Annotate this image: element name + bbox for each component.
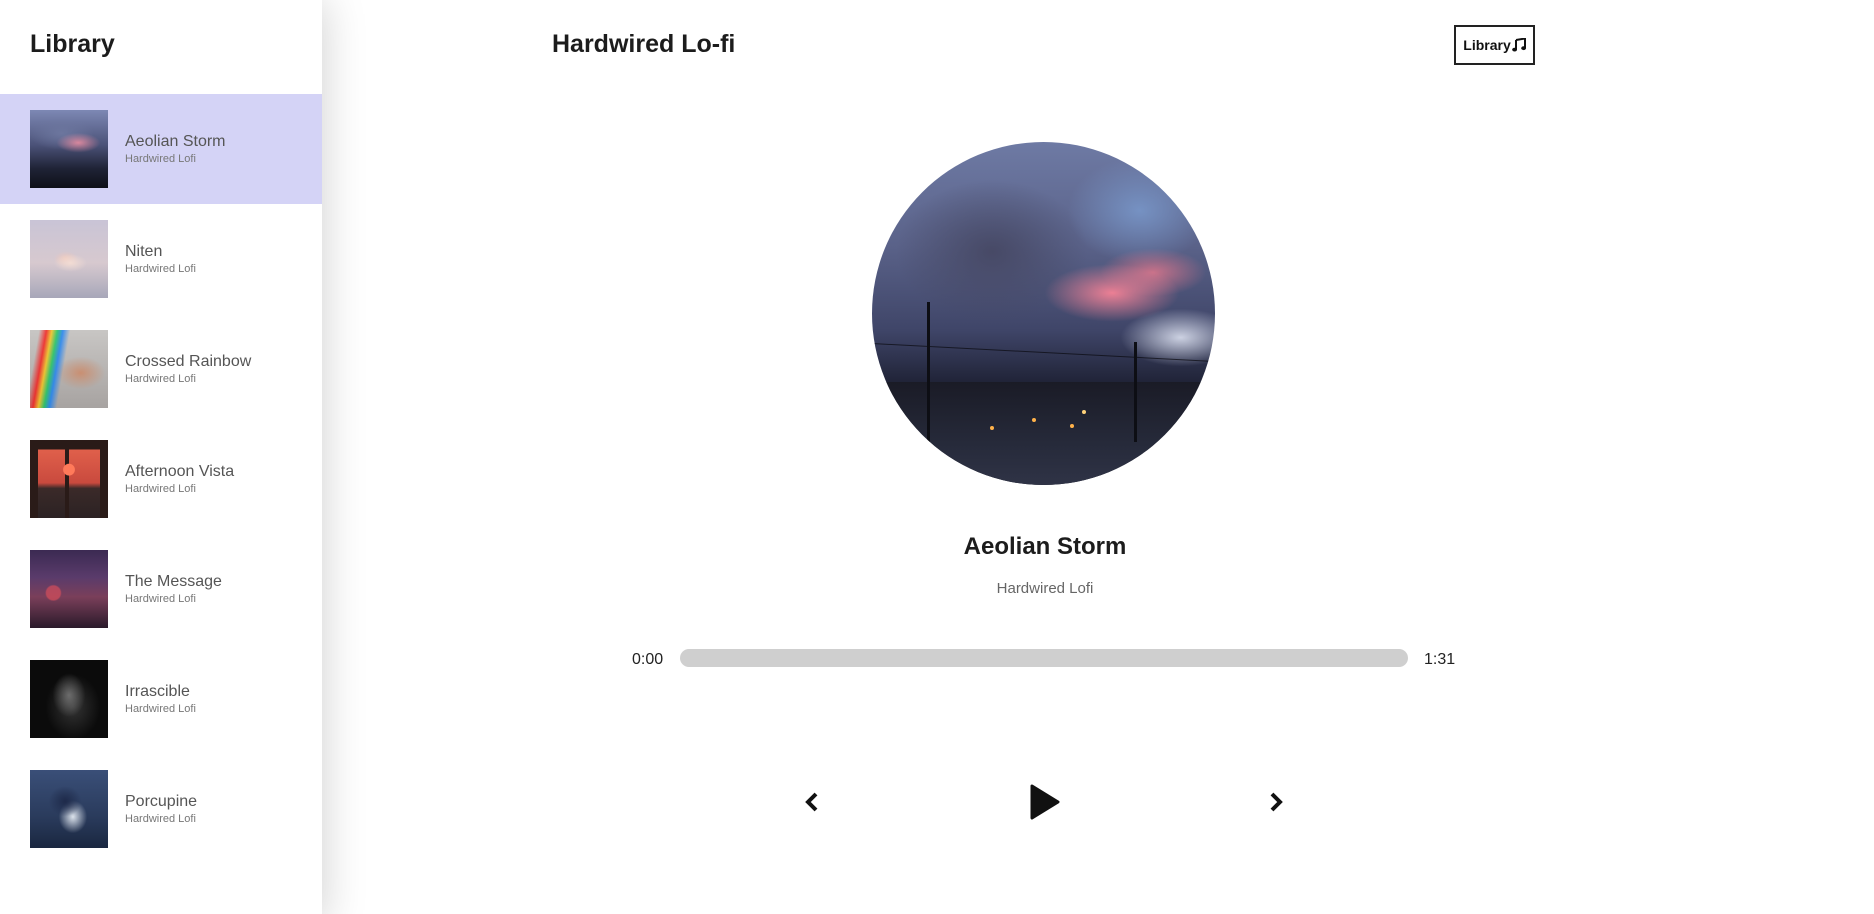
library-button-label: Library: [1463, 37, 1511, 53]
song-artist: Hardwired Lofi: [125, 372, 196, 385]
song-item-porcupine[interactable]: Porcupine Hardwired Lofi: [0, 754, 322, 864]
song-name: Aeolian Storm: [125, 132, 226, 150]
song-item-the-message[interactable]: The Message Hardwired Lofi: [0, 534, 322, 644]
song-item-irrascible[interactable]: Irrascible Hardwired Lofi: [0, 644, 322, 754]
song-artist: Hardwired Lofi: [125, 702, 196, 715]
song-name: Irrascible: [125, 682, 190, 700]
chevron-left-icon: [805, 792, 818, 812]
song-artist: Hardwired Lofi: [125, 482, 196, 495]
song-cover-thumbnail: [30, 220, 108, 298]
total-duration: 1:31: [1424, 651, 1456, 668]
music-note-icon: [1511, 38, 1526, 52]
song-list: Aeolian Storm Hardwired Lofi Niten Hardw…: [0, 94, 322, 864]
song-name: Afternoon Vista: [125, 462, 235, 480]
sidebar-title: Library: [30, 30, 115, 58]
song-artist: Hardwired Lofi: [125, 262, 196, 275]
song-artist: Hardwired Lofi: [125, 152, 196, 165]
library-toggle-button[interactable]: Library: [1454, 25, 1535, 65]
song-name: Porcupine: [125, 792, 198, 810]
chevron-right-icon: [1270, 792, 1283, 812]
current-time: 0:00: [632, 651, 664, 668]
song-artist: Hardwired Lofi: [125, 592, 196, 605]
progress-slider[interactable]: [680, 649, 1408, 667]
library-sidebar: Library Aeolian Storm Hardwired Lofi Nit…: [0, 0, 322, 914]
song-item-niten[interactable]: Niten Hardwired Lofi: [0, 204, 322, 314]
song-artist: Hardwired Lofi: [125, 812, 196, 825]
play-button[interactable]: [1024, 782, 1064, 822]
song-cover-thumbnail: [30, 660, 108, 738]
music-player-app: Library Aeolian Storm Hardwired Lofi Nit…: [0, 0, 1874, 914]
song-name: Niten: [125, 242, 163, 260]
next-track-button[interactable]: [1262, 788, 1290, 816]
album-cover-art: [872, 142, 1215, 485]
song-item-crossed-rainbow[interactable]: Crossed Rainbow Hardwired Lofi: [0, 314, 322, 424]
song-cover-thumbnail: [30, 770, 108, 848]
play-icon: [1030, 784, 1060, 820]
song-name: Crossed Rainbow: [125, 352, 252, 370]
song-cover-thumbnail: [30, 330, 108, 408]
song-name: The Message: [125, 572, 222, 590]
previous-track-button[interactable]: [798, 788, 826, 816]
song-cover-thumbnail: [30, 110, 108, 188]
song-cover-thumbnail: [30, 440, 108, 518]
song-item-aeolian-storm[interactable]: Aeolian Storm Hardwired Lofi: [0, 94, 322, 204]
song-item-afternoon-vista[interactable]: Afternoon Vista Hardwired Lofi: [0, 424, 322, 534]
song-cover-thumbnail: [30, 550, 108, 628]
app-title: Hardwired Lo-fi: [552, 30, 736, 58]
